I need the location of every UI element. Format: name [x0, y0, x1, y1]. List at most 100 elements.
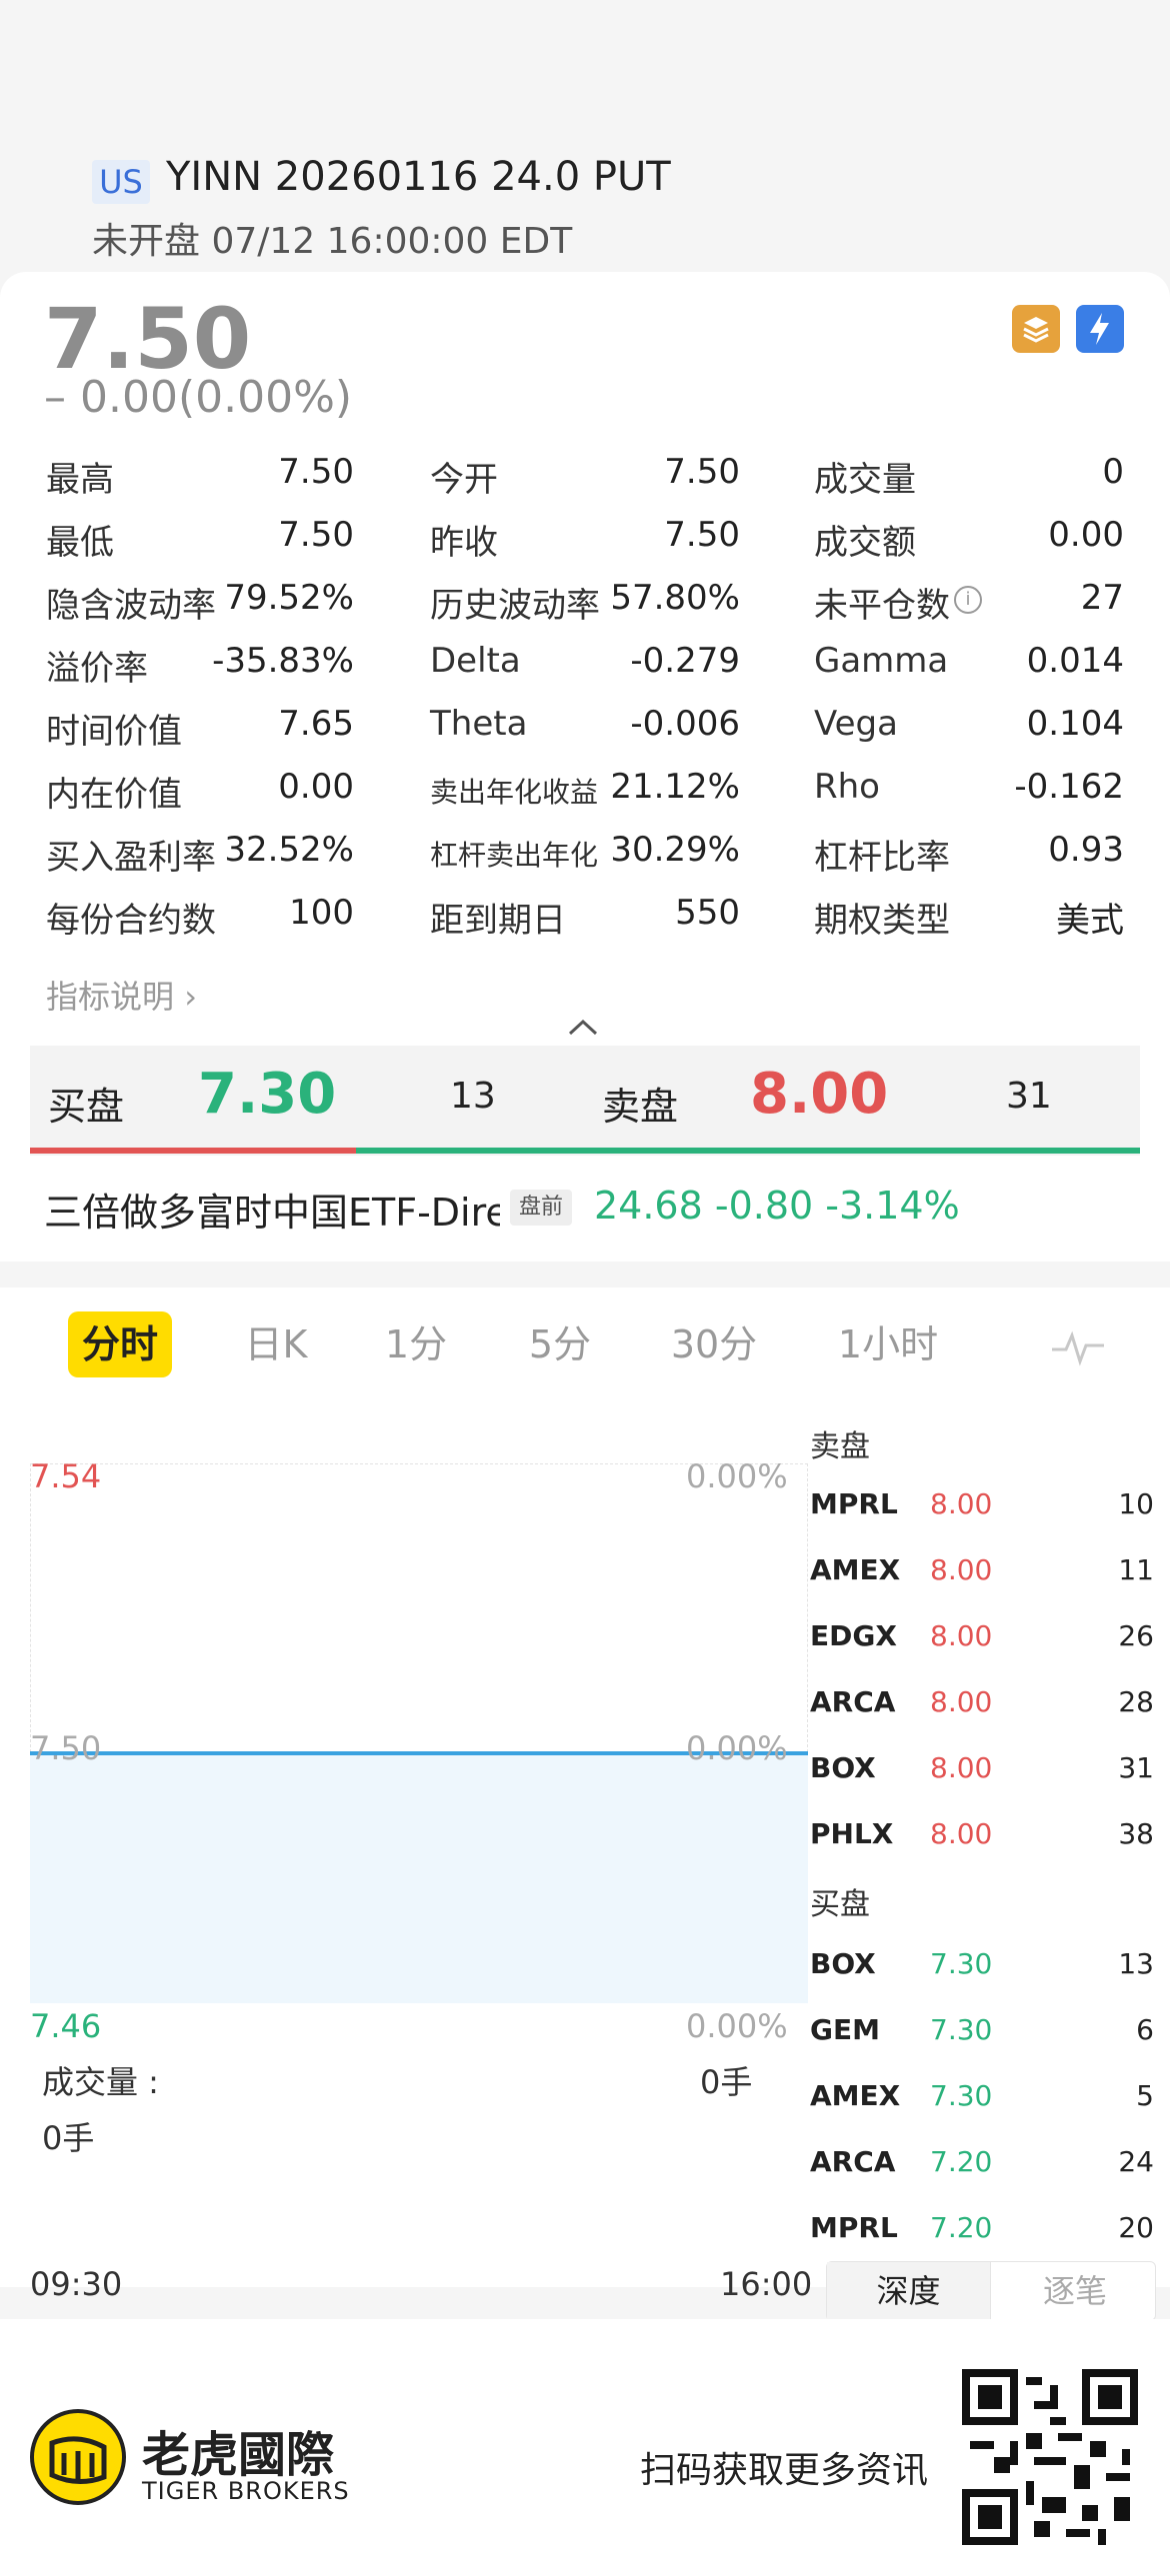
order-book-exchange: ARCA	[810, 2145, 896, 2178]
order-book-price: 8.00	[930, 1619, 993, 1652]
y-pct-mid: 0.00%	[686, 1729, 788, 1767]
market-badge: US	[92, 160, 150, 204]
underlying-name[interactable]: 三倍做多富时中国ETF-Direxion	[44, 1182, 500, 1237]
bid-qty: 13	[450, 1076, 496, 1117]
y-tick-high: 7.54	[30, 1457, 102, 1495]
tab-depth[interactable]: 深度	[827, 2262, 991, 2320]
price-change: – 0.00(0.00%)	[44, 372, 353, 423]
order-book-exchange: PHLX	[810, 1817, 894, 1850]
ask-qty: 31	[1006, 1076, 1052, 1117]
stat-value: 7.50	[664, 452, 740, 492]
order-book-exchange: MPRL	[810, 2211, 898, 2244]
order-book-qty: 31	[1118, 1751, 1154, 1784]
order-book-exchange: ARCA	[810, 1685, 896, 1718]
stat-label: Theta	[430, 704, 528, 744]
order-book-qty: 10	[1118, 1487, 1154, 1520]
stat-label: 最低	[46, 523, 114, 563]
y-pct-high: 0.00%	[686, 1457, 788, 1495]
ask-ratio-bar	[356, 1148, 1140, 1154]
layers-icon[interactable]	[1012, 305, 1060, 353]
stat-label: Rho	[814, 767, 880, 807]
section-divider	[0, 1262, 1170, 1288]
session-badge: 盘前	[510, 1190, 572, 1226]
stat-value: 0	[1102, 452, 1124, 492]
qr-code-icon[interactable]	[962, 2369, 1138, 2545]
chart-area-fill	[30, 1753, 808, 2003]
stat-value: 0.93	[1048, 830, 1124, 870]
order-book-qty: 5	[1136, 2079, 1154, 2112]
bid-book-title: 买盘	[810, 1887, 870, 1922]
y-pct-low: 0.00%	[686, 2007, 788, 2045]
volume-value: 0手	[42, 2119, 95, 2157]
order-book-exchange: EDGX	[810, 1619, 897, 1652]
stat-value: 0.00	[1048, 515, 1124, 555]
bid-ask-bar: 买盘 7.30 13 卖盘 8.00 31	[30, 1046, 1140, 1156]
order-book-exchange: BOX	[810, 1947, 876, 1980]
order-book-price: 8.00	[930, 1817, 993, 1850]
stat-label: 溢价率	[46, 649, 148, 689]
stat-label: Vega	[814, 704, 898, 744]
stat-value: 0.104	[1026, 704, 1124, 744]
stat-value: 7.50	[664, 515, 740, 555]
stat-value: 79.52%	[224, 578, 354, 618]
stat-value: 57.80%	[610, 578, 740, 618]
stat-value: 21.12%	[610, 767, 740, 807]
stat-value: 7.50	[278, 515, 354, 555]
bid-label: 买盘	[48, 1085, 125, 1129]
bid-ratio-bar	[30, 1148, 356, 1154]
order-book-price: 7.20	[930, 2211, 993, 2244]
tab-1min[interactable]: 1分	[372, 1311, 460, 1377]
order-book-exchange: AMEX	[810, 2079, 901, 2112]
y-tick-low: 7.46	[30, 2007, 102, 2045]
order-book-exchange: BOX	[810, 1751, 876, 1784]
bid-price: 7.30	[198, 1062, 337, 1127]
ask-book-title: 卖盘	[810, 1429, 870, 1464]
stat-value: -35.83%	[212, 641, 354, 681]
brand-name-cn: 老虎國際	[142, 2427, 335, 2483]
stat-label: Delta	[430, 641, 521, 681]
order-book-exchange: AMEX	[810, 1553, 901, 1586]
time-start: 09:30	[30, 2265, 123, 2303]
chart-panel: 分时 日K 1分 5分 30分 1小时 7.54 7.50 7.46 0.00%…	[0, 1288, 1170, 2303]
stat-label: 最高	[46, 460, 114, 500]
scan-prompt: 扫码获取更多资讯	[640, 2450, 929, 2491]
depth-tab-group: 深度 逐笔	[826, 2261, 1156, 2321]
stat-label: 成交量	[814, 460, 916, 500]
order-book-qty: 24	[1118, 2145, 1154, 2178]
order-book-qty: 20	[1118, 2211, 1154, 2244]
order-book-qty: 28	[1118, 1685, 1154, 1718]
stat-value: 32.52%	[224, 830, 354, 870]
header: US YINN 20260116 24.0 PUT 未开盘 07/12 16:0…	[0, 0, 1170, 280]
stat-value: -0.162	[1014, 767, 1124, 807]
tab-1hour[interactable]: 1小时	[828, 1311, 948, 1377]
tab-intraday[interactable]: 分时	[68, 1311, 172, 1377]
order-book-price: 7.30	[930, 2079, 993, 2112]
tab-tick-by-tick[interactable]: 逐笔	[993, 2262, 1157, 2320]
brand-name-en: TIGER BROKERS	[142, 2477, 350, 2505]
y-tick-mid: 7.50	[30, 1729, 102, 1767]
order-book-qty: 6	[1136, 2013, 1154, 2046]
ask-label: 卖盘	[602, 1085, 679, 1129]
order-book-exchange: GEM	[810, 2013, 880, 2046]
stat-value: 7.65	[278, 704, 354, 744]
tab-daily-k[interactable]: 日K	[226, 1311, 326, 1377]
lightning-icon[interactable]	[1076, 305, 1124, 353]
order-book-qty: 11	[1118, 1553, 1154, 1586]
stat-value: 550	[675, 893, 740, 933]
chevron-up-icon[interactable]	[566, 1010, 600, 1044]
volume-max: 0手	[700, 2063, 753, 2101]
indicator-help-link[interactable]: 指标说明 ›	[46, 972, 197, 1018]
tab-30min[interactable]: 30分	[660, 1311, 768, 1377]
time-end: 16:00	[720, 2265, 813, 2303]
order-book-price: 8.00	[930, 1487, 993, 1520]
stat-value: -0.006	[630, 704, 740, 744]
stat-label: 今开	[430, 460, 498, 500]
indicator-wave-icon[interactable]	[1050, 1327, 1106, 1367]
stat-value: 27	[1080, 578, 1124, 618]
ticker-title: YINN 20260116 24.0 PUT	[166, 154, 671, 200]
tiger-logo-icon	[30, 2409, 126, 2505]
order-book-price: 8.00	[930, 1553, 993, 1586]
tab-5min[interactable]: 5分	[516, 1311, 604, 1377]
stat-label: 成交额	[814, 523, 916, 563]
stat-value: 30.29%	[610, 830, 740, 870]
